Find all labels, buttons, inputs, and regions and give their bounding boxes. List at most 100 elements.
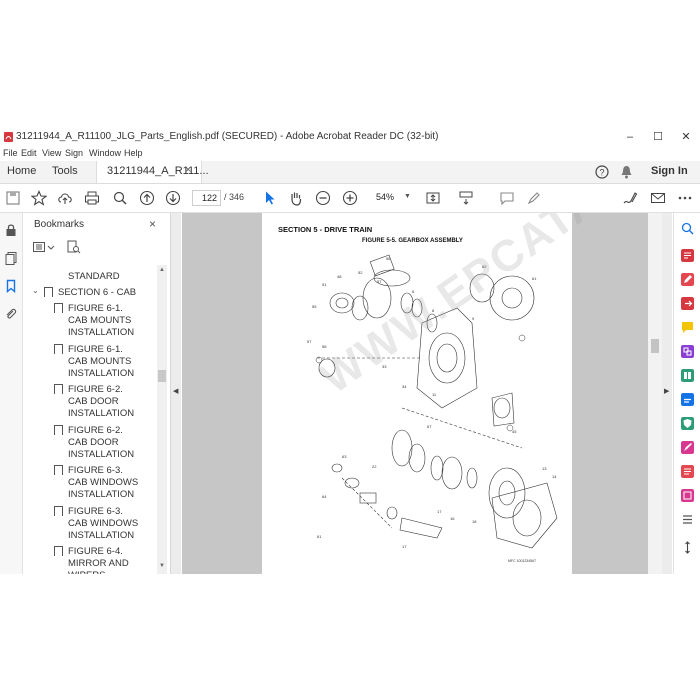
search-zoom-tool-icon[interactable] bbox=[681, 222, 694, 235]
menu-file[interactable]: File bbox=[3, 148, 18, 158]
drawing-code: MFC 1001234567 bbox=[508, 559, 537, 563]
scan-ocr-icon[interactable] bbox=[681, 489, 694, 502]
create-pdf-icon[interactable] bbox=[681, 249, 694, 262]
document-tab-label: 31211944_A_R111... bbox=[107, 165, 209, 177]
tab-home[interactable]: Home bbox=[7, 165, 36, 177]
more-tools-icon[interactable] bbox=[677, 190, 693, 206]
bookmark-item[interactable]: FIGURE 6-2. CAB DOOR INSTALLATION bbox=[68, 384, 143, 420]
menu-help[interactable]: Help bbox=[124, 148, 143, 158]
menu-sign[interactable]: Sign bbox=[65, 148, 83, 158]
zoom-level-select[interactable]: 54% ▼ bbox=[364, 190, 414, 204]
svg-text:16: 16 bbox=[450, 516, 455, 521]
previous-page-icon[interactable] bbox=[139, 190, 155, 206]
organize-pages-icon[interactable] bbox=[681, 369, 694, 382]
email-icon[interactable] bbox=[650, 190, 666, 206]
bookmark-icon bbox=[54, 303, 63, 313]
svg-text:45: 45 bbox=[512, 429, 517, 434]
page-number-input[interactable]: 122 bbox=[192, 190, 221, 206]
export-pdf-icon[interactable] bbox=[681, 297, 694, 310]
scroll-down-icon[interactable]: ▼ bbox=[159, 563, 165, 569]
tab-document[interactable]: 31211944_A_R111... × bbox=[96, 161, 209, 183]
bookmark-item[interactable]: SECTION 6 - CAB bbox=[58, 287, 136, 299]
select-pointer-icon[interactable] bbox=[262, 190, 278, 206]
bookmark-item[interactable]: FIGURE 6-3. CAB WINDOWS INSTALLATION bbox=[68, 506, 143, 542]
scroll-mode-icon[interactable] bbox=[458, 190, 474, 206]
hand-tool-icon[interactable] bbox=[288, 190, 304, 206]
attachments-paperclip-icon[interactable] bbox=[4, 307, 18, 321]
svg-text:22: 22 bbox=[372, 464, 377, 469]
scrollbar-thumb[interactable] bbox=[158, 370, 166, 382]
upload-cloud-icon[interactable] bbox=[57, 190, 73, 206]
zoom-in-icon[interactable] bbox=[342, 190, 358, 206]
bookmark-options-icon[interactable] bbox=[33, 241, 55, 253]
menu-edit[interactable]: Edit bbox=[21, 148, 37, 158]
more-tools-rail-icon[interactable] bbox=[681, 513, 694, 526]
chevron-right-icon: ▶ bbox=[664, 388, 670, 395]
fit-page-icon[interactable] bbox=[425, 190, 441, 206]
bookmark-item[interactable]: FIGURE 6-4. MIRROR AND WIPERS bbox=[68, 546, 156, 574]
menu-view[interactable]: View bbox=[42, 148, 61, 158]
find-bookmark-icon[interactable] bbox=[67, 240, 81, 254]
bookmarks-panel-icon[interactable] bbox=[4, 279, 18, 293]
svg-text:55: 55 bbox=[312, 304, 317, 309]
menu-window[interactable]: Window bbox=[89, 148, 121, 158]
close-tab-button[interactable]: × bbox=[185, 164, 191, 176]
document-viewer[interactable]: SECTION 5 - DRIVE TRAIN FIGURE 5-5. GEAR… bbox=[182, 213, 648, 574]
redact-icon[interactable] bbox=[681, 393, 694, 406]
bookmark-item[interactable]: FIGURE 6-1. CAB MOUNTS INSTALLATION bbox=[68, 344, 143, 380]
pdf-page: SECTION 5 - DRIVE TRAIN FIGURE 5-5. GEAR… bbox=[262, 213, 648, 574]
left-nav-rail bbox=[0, 213, 23, 574]
scrollbar-thumb[interactable] bbox=[651, 339, 659, 353]
highlight-pen-icon[interactable] bbox=[526, 190, 542, 206]
page-count: / 346 bbox=[224, 192, 245, 202]
svg-text:?: ? bbox=[599, 168, 604, 178]
bookmark-item[interactable]: STANDARD bbox=[68, 271, 120, 283]
bookmark-icon bbox=[54, 425, 63, 435]
collapse-left-panel-handle[interactable]: ◀ bbox=[171, 213, 181, 574]
sign-pen-icon[interactable] bbox=[622, 190, 638, 206]
save-icon[interactable] bbox=[5, 190, 21, 206]
notification-bell-icon[interactable] bbox=[620, 165, 633, 179]
tab-tools[interactable]: Tools bbox=[52, 165, 78, 177]
protect-icon[interactable] bbox=[681, 417, 694, 430]
bookmark-item[interactable]: FIGURE 6-1. CAB MOUNTS INSTALLATION bbox=[68, 303, 143, 339]
bookmark-icon bbox=[44, 287, 53, 297]
bookmark-item[interactable]: FIGURE 6-2. CAB DOOR INSTALLATION bbox=[68, 425, 143, 461]
svg-text:57: 57 bbox=[307, 339, 312, 344]
bookmarks-scrollbar[interactable]: ▲ ▼ bbox=[157, 265, 167, 574]
chevron-down-icon[interactable]: ⌄ bbox=[32, 286, 39, 295]
customize-tools-icon[interactable] bbox=[681, 541, 694, 554]
svg-text:17: 17 bbox=[437, 509, 442, 514]
figure-title: FIGURE 5-5. GEARBOX ASSEMBLY bbox=[362, 238, 463, 244]
send-for-review-icon[interactable] bbox=[681, 465, 694, 478]
scroll-up-icon[interactable]: ▲ bbox=[159, 267, 165, 273]
minimize-button[interactable]: – bbox=[616, 129, 644, 145]
next-page-icon[interactable] bbox=[165, 190, 181, 206]
zoom-search-icon[interactable] bbox=[112, 190, 128, 206]
lock-icon[interactable] bbox=[4, 223, 18, 237]
svg-text:63: 63 bbox=[342, 454, 347, 459]
bookmark-icon bbox=[54, 465, 63, 475]
svg-text:11: 11 bbox=[432, 392, 437, 397]
close-window-button[interactable]: ✕ bbox=[672, 129, 700, 145]
comment-icon[interactable] bbox=[499, 190, 515, 206]
collapse-right-panel-handle[interactable]: ▶ bbox=[662, 213, 672, 574]
help-icon[interactable]: ? bbox=[595, 165, 609, 179]
svg-text:18: 18 bbox=[472, 519, 477, 524]
page-thumbnails-icon[interactable] bbox=[4, 251, 18, 265]
close-bookmarks-button[interactable]: × bbox=[149, 217, 156, 231]
combine-files-icon[interactable] bbox=[681, 345, 694, 358]
edit-pdf-icon[interactable] bbox=[681, 273, 694, 286]
chevron-left-icon: ◀ bbox=[173, 388, 179, 395]
zoom-out-icon[interactable] bbox=[315, 190, 331, 206]
svg-text:61: 61 bbox=[317, 534, 322, 539]
bookmark-item[interactable]: FIGURE 6-3. CAB WINDOWS INSTALLATION bbox=[68, 465, 143, 501]
sign-in-button[interactable]: Sign In bbox=[651, 165, 688, 177]
print-icon[interactable] bbox=[84, 190, 100, 206]
comment-tool-icon[interactable] bbox=[681, 321, 694, 334]
bookmark-star-icon[interactable] bbox=[31, 190, 47, 206]
document-scrollbar[interactable] bbox=[648, 213, 662, 574]
svg-text:61: 61 bbox=[532, 276, 537, 281]
maximize-button[interactable]: ☐ bbox=[644, 129, 672, 145]
fill-sign-icon[interactable] bbox=[681, 441, 694, 454]
